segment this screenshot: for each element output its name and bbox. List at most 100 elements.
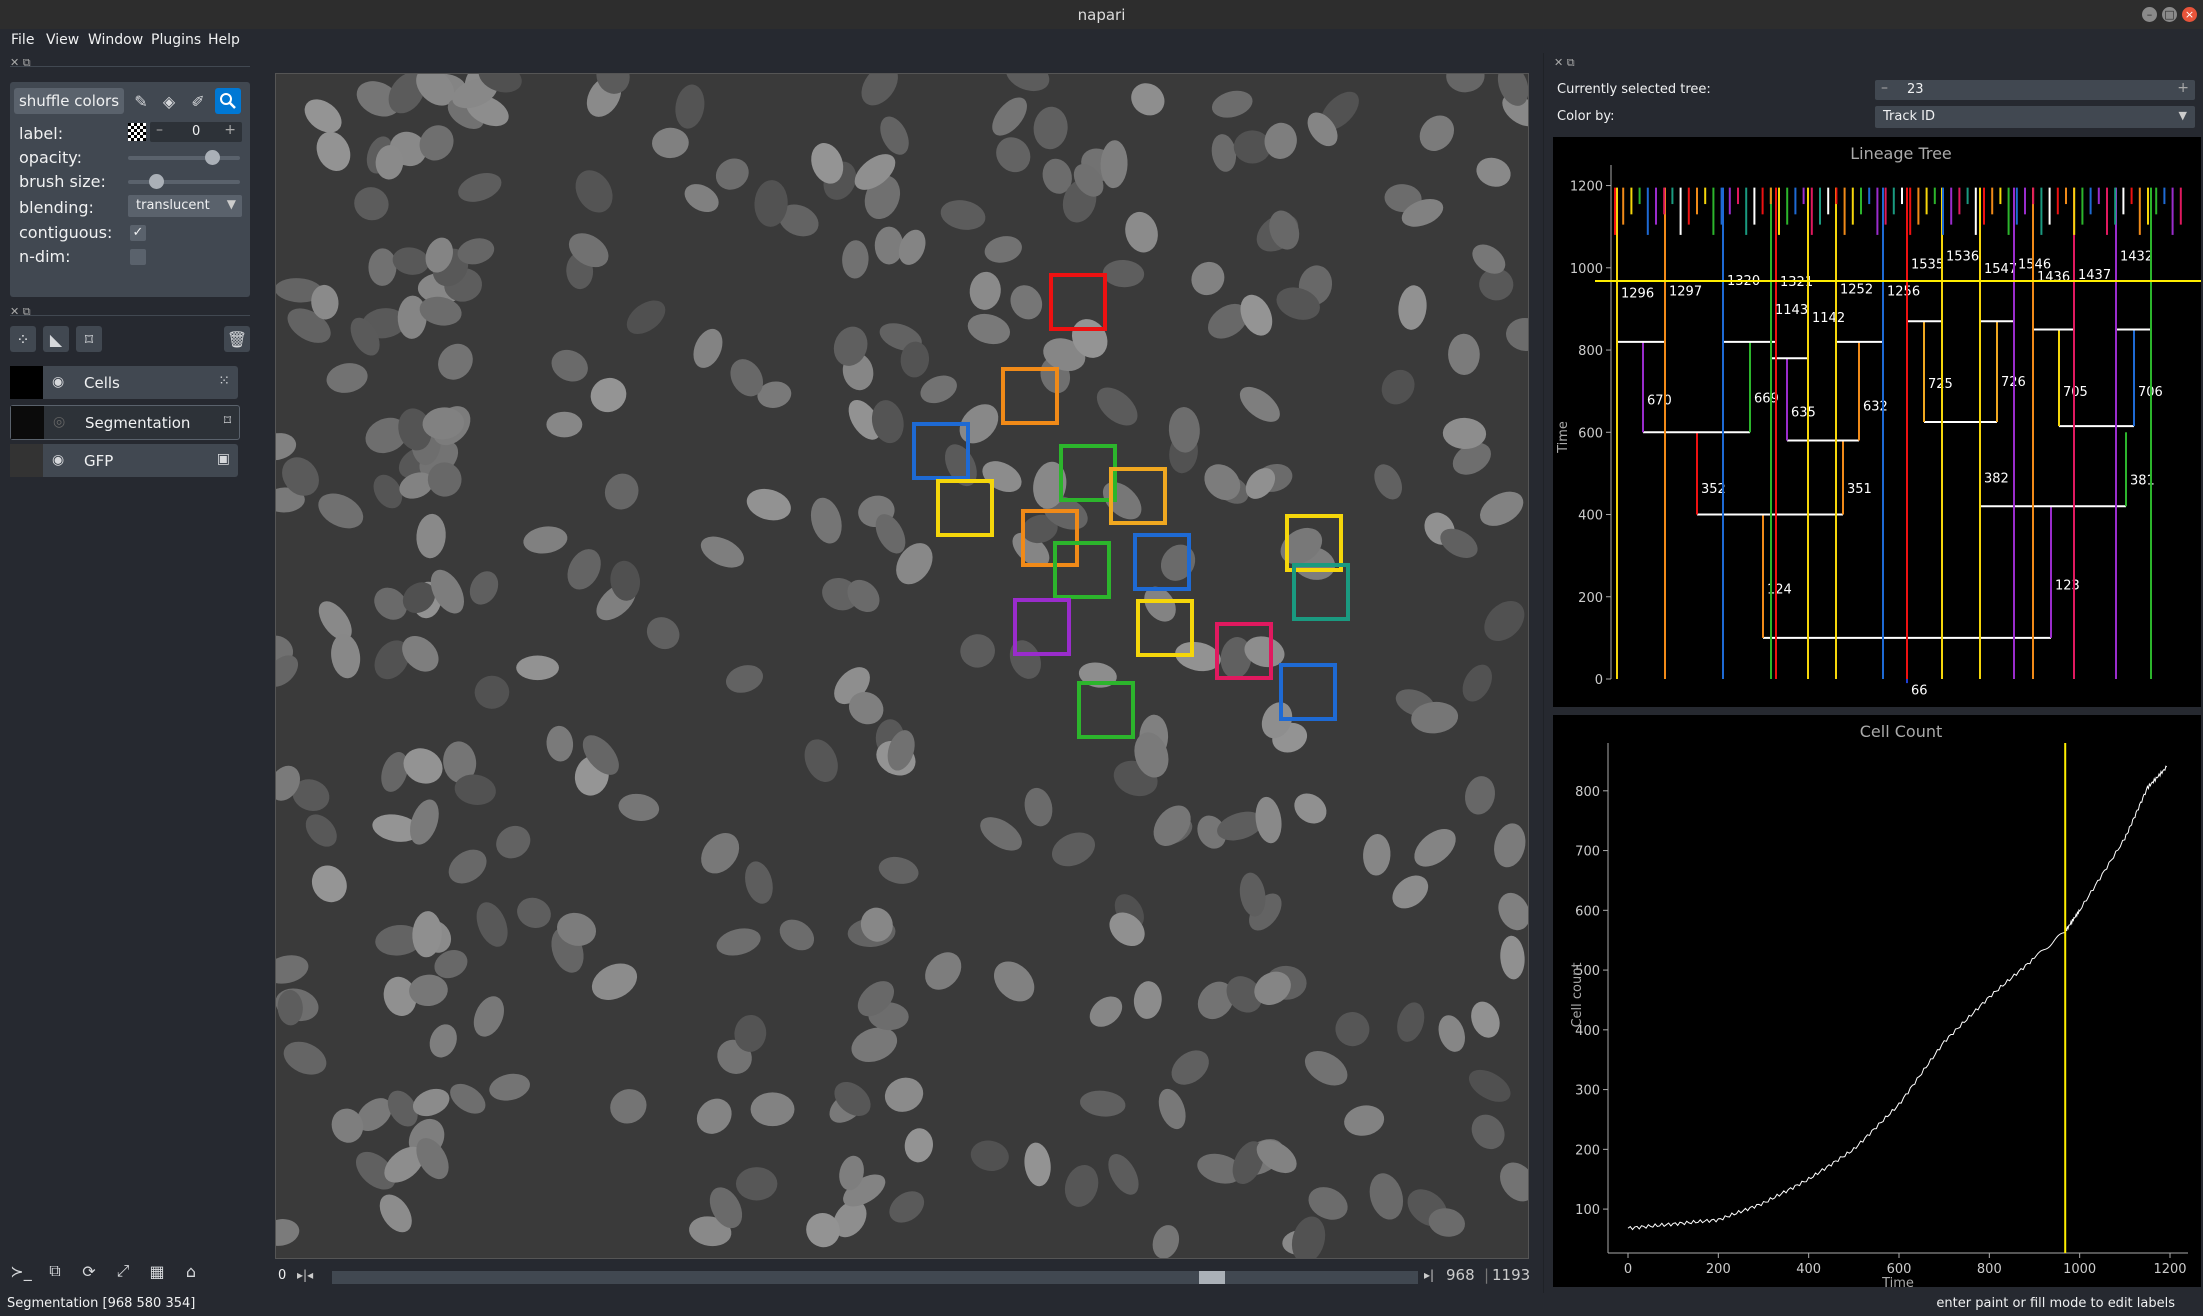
menu-file[interactable]: File: [11, 32, 34, 48]
nucleus: [1498, 892, 1528, 931]
track-box: [1279, 663, 1337, 721]
play-icon[interactable]: ▸|◂: [297, 1268, 313, 1282]
ndim-checkbox[interactable]: [130, 249, 146, 265]
nucleus: [591, 963, 638, 1000]
dock-close-icon[interactable]: ✕ ⧉: [10, 305, 31, 319]
menu-window[interactable]: Window: [88, 32, 143, 48]
nucleus: [745, 861, 773, 904]
tree-node-label: 1296: [1621, 286, 1654, 301]
nucleus: [1294, 793, 1327, 824]
layer-row-segmentation[interactable]: ◎ Segmentation ⌑: [10, 405, 240, 440]
new-labels-layer-icon[interactable]: ⌑: [76, 326, 102, 352]
nucleus: [1171, 1050, 1209, 1085]
nucleus: [354, 187, 389, 221]
brush-size-slider-handle[interactable]: [149, 174, 164, 189]
color-by-select[interactable]: Track ID ▼: [1875, 106, 2195, 128]
menu-bar: File View Window Plugins Help: [0, 29, 2203, 53]
y-tick-label: 400: [1578, 509, 1603, 524]
dims-slider[interactable]: [332, 1271, 1418, 1284]
label-spinbox[interactable]: – 0 +: [150, 122, 242, 142]
dims-current-value: 968: [1446, 1266, 1475, 1284]
nucleus: [1446, 74, 1485, 93]
ndim-label: n-dim:: [19, 247, 71, 266]
dims-slider-handle[interactable]: [1198, 1271, 1225, 1284]
nucleus: [684, 184, 719, 213]
tree-node-label: 725: [1928, 377, 1953, 392]
menu-view[interactable]: View: [46, 32, 79, 48]
nucleus: [725, 665, 763, 693]
layer-row-gfp[interactable]: ◉ GFP ▣: [10, 444, 238, 477]
nucleus: [884, 1077, 924, 1112]
nucleus: [940, 200, 986, 230]
brush-size-slider[interactable]: [128, 174, 240, 189]
console-icon[interactable]: ≻_: [8, 1258, 34, 1284]
tree-node-label: 351: [1847, 482, 1872, 497]
visibility-eye-off-icon[interactable]: ◎: [53, 414, 65, 430]
shuffle-colors-button[interactable]: shuffle colors: [14, 88, 124, 114]
menu-plugins[interactable]: Plugins: [151, 32, 201, 48]
dock-close-icon[interactable]: ✕ ⧉: [1554, 56, 1575, 70]
image-canvas[interactable]: [275, 73, 1529, 1259]
y-tick-label: 300: [1575, 1084, 1600, 1099]
dock-close-icon[interactable]: ✕ ⧉: [10, 56, 31, 70]
delete-layer-icon[interactable]: 🗑: [224, 326, 250, 352]
opacity-slider[interactable]: [128, 150, 240, 165]
grid-icon[interactable]: ▦: [144, 1258, 170, 1284]
minimize-icon[interactable]: –: [2142, 7, 2157, 22]
nucleus: [1089, 996, 1123, 1027]
paint-icon[interactable]: ✐: [185, 88, 211, 114]
blending-select[interactable]: translucent ▼: [128, 195, 242, 217]
cell-count-plot[interactable]: Cell Count 100 200 300 400 500 600 700 800 0 200 40…: [1553, 715, 2201, 1291]
track-box: [1077, 681, 1135, 739]
x-tick-label: 0: [1624, 1262, 1632, 1277]
y-tick-label: 600: [1578, 426, 1603, 441]
new-points-layer-icon[interactable]: ⁘: [10, 326, 36, 352]
nucleus: [551, 349, 588, 382]
lineage-tree-plot[interactable]: Lineage Tree 0 200 400 600 800 1000 1200 Time 66 1…: [1553, 137, 2201, 707]
home-icon[interactable]: ⌂: [178, 1258, 204, 1284]
track-box: [1109, 467, 1167, 525]
tree-spinbox[interactable]: – 23 +: [1875, 80, 2195, 100]
ndisplay-icon[interactable]: ⧉: [42, 1258, 68, 1284]
contiguous-checkbox[interactable]: ✓: [130, 225, 146, 241]
maximize-icon[interactable]: □: [2162, 7, 2177, 22]
tree-node-label: 1256: [1887, 284, 1920, 299]
fill-icon[interactable]: ◈: [156, 88, 182, 114]
x-tick-label: 1000: [2063, 1262, 2096, 1277]
picker-icon[interactable]: ✎: [128, 88, 154, 114]
nucleus: [496, 825, 531, 859]
status-left: Segmentation [968 580 354]: [7, 1296, 196, 1311]
opacity-slider-handle[interactable]: [205, 150, 220, 165]
step-forward-icon[interactable]: ▸|: [1424, 1268, 1434, 1282]
nucleus: [735, 1167, 778, 1201]
nucleus: [804, 739, 838, 782]
chart-title: Cell Count: [1860, 722, 1943, 741]
visibility-eye-icon[interactable]: ◉: [52, 374, 64, 390]
visibility-eye-icon[interactable]: ◉: [52, 452, 64, 468]
new-shapes-layer-icon[interactable]: ◣: [43, 326, 69, 352]
roll-dims-icon[interactable]: ⟳: [76, 1258, 102, 1284]
nucleus: [1255, 796, 1282, 844]
nucleus: [474, 675, 510, 709]
tree-node-label: 635: [1791, 406, 1816, 421]
layer-row-cells[interactable]: ◉ Cells ⁙: [10, 366, 238, 399]
nucleus: [1506, 317, 1528, 351]
close-icon[interactable]: ×: [2182, 7, 2197, 22]
nucleus: [469, 571, 499, 605]
tree-node-label: 1432: [2120, 249, 2153, 264]
menu-help[interactable]: Help: [208, 32, 240, 48]
nucleus: [1024, 787, 1053, 827]
y-tick-label: 200: [1578, 591, 1603, 606]
status-bar: Segmentation [968 580 354] enter paint o…: [0, 1293, 2203, 1316]
zoom-icon[interactable]: [215, 88, 241, 114]
nucleus: [489, 1073, 530, 1101]
tree-node-label: 1142: [1812, 311, 1845, 326]
nucleus: [618, 793, 660, 821]
nucleus: [715, 158, 749, 190]
nucleus: [517, 897, 551, 929]
nucleus: [1158, 1088, 1186, 1130]
nucleus: [1239, 386, 1280, 422]
splitter[interactable]: [1543, 53, 1544, 1293]
nucleus: [701, 833, 740, 874]
transpose-icon[interactable]: ⤢: [110, 1258, 136, 1284]
